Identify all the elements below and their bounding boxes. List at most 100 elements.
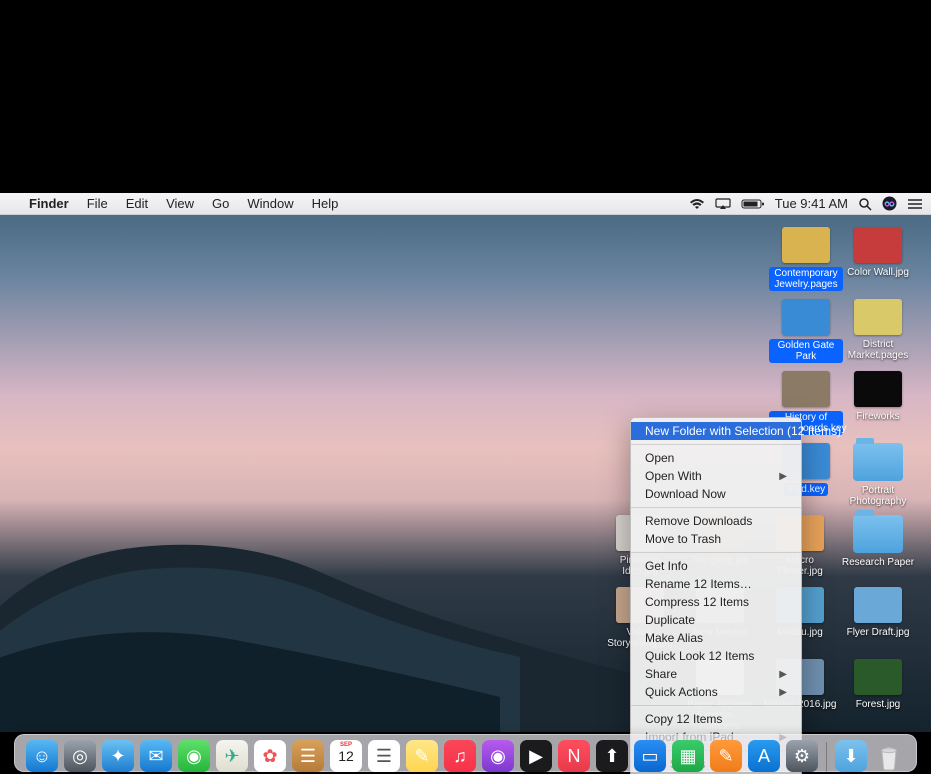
- context-menu-item[interactable]: New Folder with Selection (12 Items): [631, 422, 801, 440]
- submenu-arrow-icon: ▶: [779, 471, 787, 482]
- menu-item-label: Move to Trash: [645, 532, 721, 546]
- app-menu[interactable]: Finder: [20, 196, 78, 211]
- dock-appstore[interactable]: A: [748, 740, 780, 772]
- dock-numbers[interactable]: ▦: [672, 740, 704, 772]
- context-menu-item[interactable]: Share▶: [631, 665, 801, 683]
- folder-icon: [853, 515, 903, 553]
- menu-item-label: Open With: [645, 469, 702, 483]
- desktop-icon[interactable]: Portrait Photography: [841, 443, 915, 507]
- file-thumbnail: [782, 371, 830, 407]
- clock[interactable]: Tue 9:41 AM: [775, 196, 848, 211]
- dock-finder[interactable]: ☺: [26, 740, 58, 772]
- menu-help[interactable]: Help: [303, 196, 348, 211]
- desktop-icon[interactable]: Research Paper: [841, 515, 915, 568]
- context-menu-item[interactable]: Quick Look 12 Items: [631, 647, 801, 665]
- icon-label: Research Paper: [842, 557, 914, 568]
- dock-reminders[interactable]: ☰: [368, 740, 400, 772]
- menu-window[interactable]: Window: [238, 196, 302, 211]
- menu-item-label: Compress 12 Items: [645, 595, 749, 609]
- dock-mail[interactable]: ✉: [140, 740, 172, 772]
- menu-separator: [631, 444, 801, 445]
- menu-item-label: New Folder with Selection (12 Items): [645, 424, 841, 438]
- dock-pages[interactable]: ✎: [710, 740, 742, 772]
- dock: ☺◎✦✉◉✈✿☰SEP12☰✎♫◉▶N⬆▭▦✎A⚙⬇: [0, 732, 931, 774]
- menu-item-label: Duplicate: [645, 613, 695, 627]
- icon-label: Flyer Draft.jpg: [847, 627, 910, 638]
- desktop-icon[interactable]: Golden Gate Park: [769, 299, 843, 363]
- menu-separator: [631, 552, 801, 553]
- dock-podcasts[interactable]: ◉: [482, 740, 514, 772]
- desktop-icon[interactable]: Fireworks: [841, 371, 915, 422]
- file-thumbnail: [782, 299, 830, 335]
- icon-label: Fireworks: [856, 411, 899, 422]
- dock-calendar[interactable]: SEP12: [330, 740, 362, 772]
- context-menu-item[interactable]: Get Info: [631, 557, 801, 575]
- menu-item-label: Quick Look 12 Items: [645, 649, 754, 663]
- menu-item-label: Open: [645, 451, 674, 465]
- menu-item-label: Quick Actions: [645, 685, 718, 699]
- context-menu-item[interactable]: Move to Trash: [631, 530, 801, 548]
- dock-divider: [826, 742, 827, 772]
- menu-go[interactable]: Go: [203, 196, 238, 211]
- desktop-icon[interactable]: Forest.jpg: [841, 659, 915, 710]
- dock-news[interactable]: N: [558, 740, 590, 772]
- dock-contacts[interactable]: ☰: [292, 740, 324, 772]
- menu-view[interactable]: View: [157, 196, 203, 211]
- file-thumbnail: [854, 227, 902, 263]
- context-menu-item[interactable]: Quick Actions ▶: [631, 683, 801, 701]
- menu-edit[interactable]: Edit: [117, 196, 157, 211]
- context-menu: New Folder with Selection (12 Items) Open…: [630, 417, 802, 774]
- icon-label: Color Wall.jpg: [847, 267, 909, 278]
- dock-music[interactable]: ♫: [444, 740, 476, 772]
- context-menu-item[interactable]: Compress 12 Items: [631, 593, 801, 611]
- context-menu-item[interactable]: Rename 12 Items…: [631, 575, 801, 593]
- dock-maps[interactable]: ✈: [216, 740, 248, 772]
- dock-notes[interactable]: ✎: [406, 740, 438, 772]
- file-thumbnail: [854, 371, 902, 407]
- airplay-icon[interactable]: [715, 198, 731, 210]
- dock-launchpad[interactable]: ◎: [64, 740, 96, 772]
- dock-downloads[interactable]: ⬇: [835, 740, 867, 772]
- icon-label: District Market.pages: [841, 339, 915, 361]
- icon-label: Forest.jpg: [856, 699, 900, 710]
- menubar: Finder File Edit View Go Window Help Tue…: [0, 193, 931, 215]
- dock-preferences[interactable]: ⚙: [786, 740, 818, 772]
- submenu-arrow-icon: ▶: [779, 687, 787, 698]
- context-menu-item[interactable]: Open: [631, 449, 801, 467]
- context-menu-item[interactable]: Remove Downloads: [631, 512, 801, 530]
- menu-separator: [631, 507, 801, 508]
- context-menu-item[interactable]: Duplicate: [631, 611, 801, 629]
- menu-file[interactable]: File: [78, 196, 117, 211]
- notification-center-icon[interactable]: [907, 198, 923, 210]
- macos-screen: Finder File Edit View Go Window Help Tue…: [0, 193, 931, 774]
- menu-item-label: Remove Downloads: [645, 514, 752, 528]
- dock-tv[interactable]: ▶: [520, 740, 552, 772]
- dock-trash[interactable]: [873, 740, 905, 772]
- siri-icon[interactable]: [882, 196, 897, 211]
- context-menu-item[interactable]: Copy 12 Items: [631, 710, 801, 728]
- icon-label: Contemporary Jewelry.pages: [769, 267, 843, 291]
- dock-safari[interactable]: ✦: [102, 740, 134, 772]
- dock-stocks[interactable]: ⬆: [596, 740, 628, 772]
- folder-icon: [853, 443, 903, 481]
- dock-photos[interactable]: ✿: [254, 740, 286, 772]
- desktop-icon[interactable]: Contemporary Jewelry.pages: [769, 227, 843, 291]
- battery-icon[interactable]: [741, 198, 765, 210]
- file-thumbnail: [854, 299, 902, 335]
- menu-separator: [631, 705, 801, 706]
- icon-label: Golden Gate Park: [769, 339, 843, 363]
- desktop-icon[interactable]: Color Wall.jpg: [841, 227, 915, 278]
- context-menu-item[interactable]: Make Alias: [631, 629, 801, 647]
- menu-item-label: Rename 12 Items…: [645, 577, 752, 591]
- wifi-icon[interactable]: [689, 198, 705, 210]
- dock-messages[interactable]: ◉: [178, 740, 210, 772]
- desktop-icon[interactable]: Flyer Draft.jpg: [841, 587, 915, 638]
- context-menu-item[interactable]: Download Now: [631, 485, 801, 503]
- file-thumbnail: [854, 659, 902, 695]
- context-menu-item[interactable]: Open With ▶: [631, 467, 801, 485]
- desktop-icon[interactable]: District Market.pages: [841, 299, 915, 361]
- file-thumbnail: [782, 227, 830, 263]
- menu-item-label: Make Alias: [645, 631, 703, 645]
- spotlight-icon[interactable]: [858, 197, 872, 211]
- dock-keynote[interactable]: ▭: [634, 740, 666, 772]
